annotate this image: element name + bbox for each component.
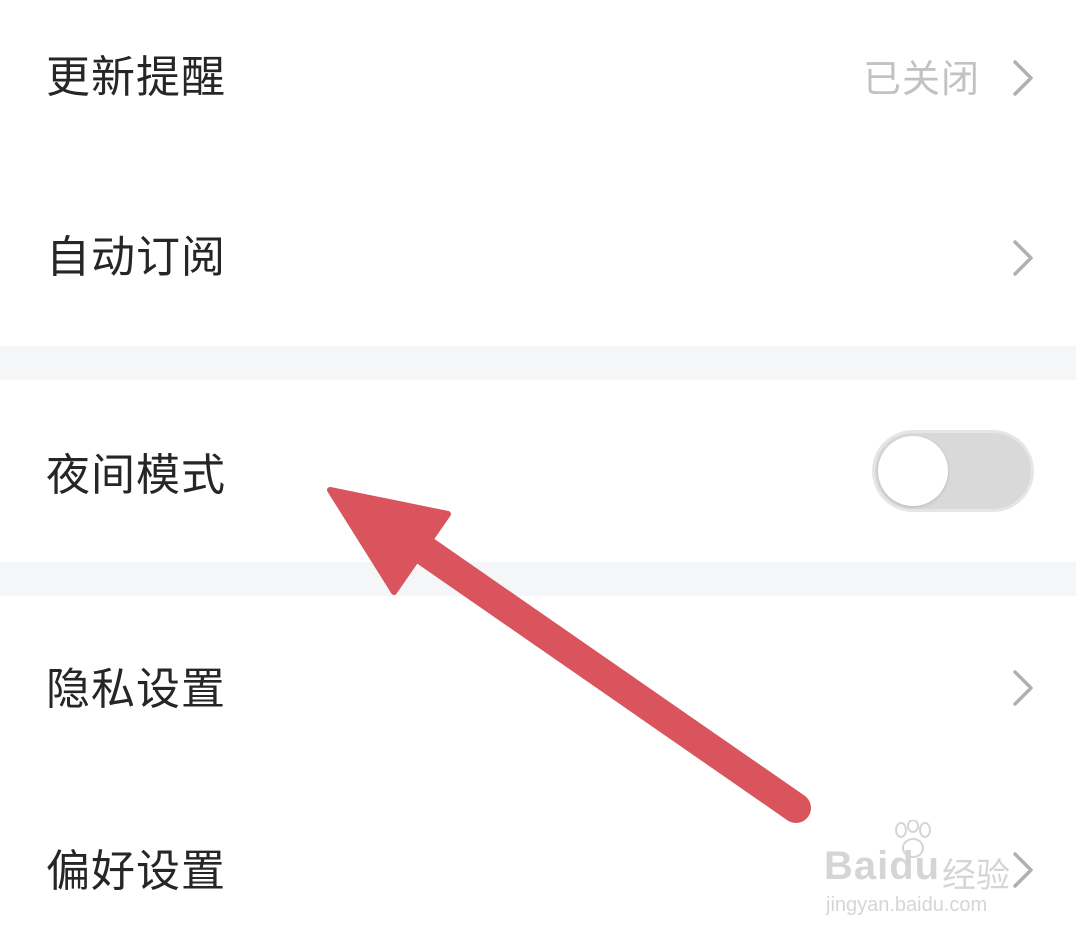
settings-item-auto-subscribe[interactable]: 自动订阅	[0, 160, 1076, 346]
settings-item-night-mode: 夜间模式	[0, 380, 1076, 562]
settings-item-label: 隐私设置	[46, 664, 226, 715]
chevron-right-icon	[1013, 670, 1033, 706]
settings-item-label: 更新提醒	[46, 52, 226, 103]
chevron-right-icon	[1013, 60, 1033, 96]
toggle-knob	[878, 436, 948, 506]
watermark-brand-cn: 经验	[942, 856, 1010, 896]
settings-item-label: 偏好设置	[46, 846, 226, 897]
settings-item-update-reminder[interactable]: 更新提醒 已关闭	[0, 0, 1076, 160]
settings-item-label: 自动订阅	[46, 232, 226, 283]
watermark-brand: Baidu	[824, 844, 941, 888]
settings-item-privacy[interactable]: 隐私设置	[0, 596, 1076, 780]
baidu-watermark: Baidu 经验 jingyan.baidu.com	[822, 820, 1032, 920]
watermark-url: jingyan.baidu.com	[826, 894, 988, 916]
section-divider	[0, 346, 1076, 380]
night-mode-toggle[interactable]	[872, 430, 1034, 512]
settings-item-label: 夜间模式	[46, 450, 226, 501]
section-divider	[0, 562, 1076, 596]
settings-item-value: 已关闭	[862, 57, 980, 101]
chevron-right-icon	[1013, 240, 1033, 276]
